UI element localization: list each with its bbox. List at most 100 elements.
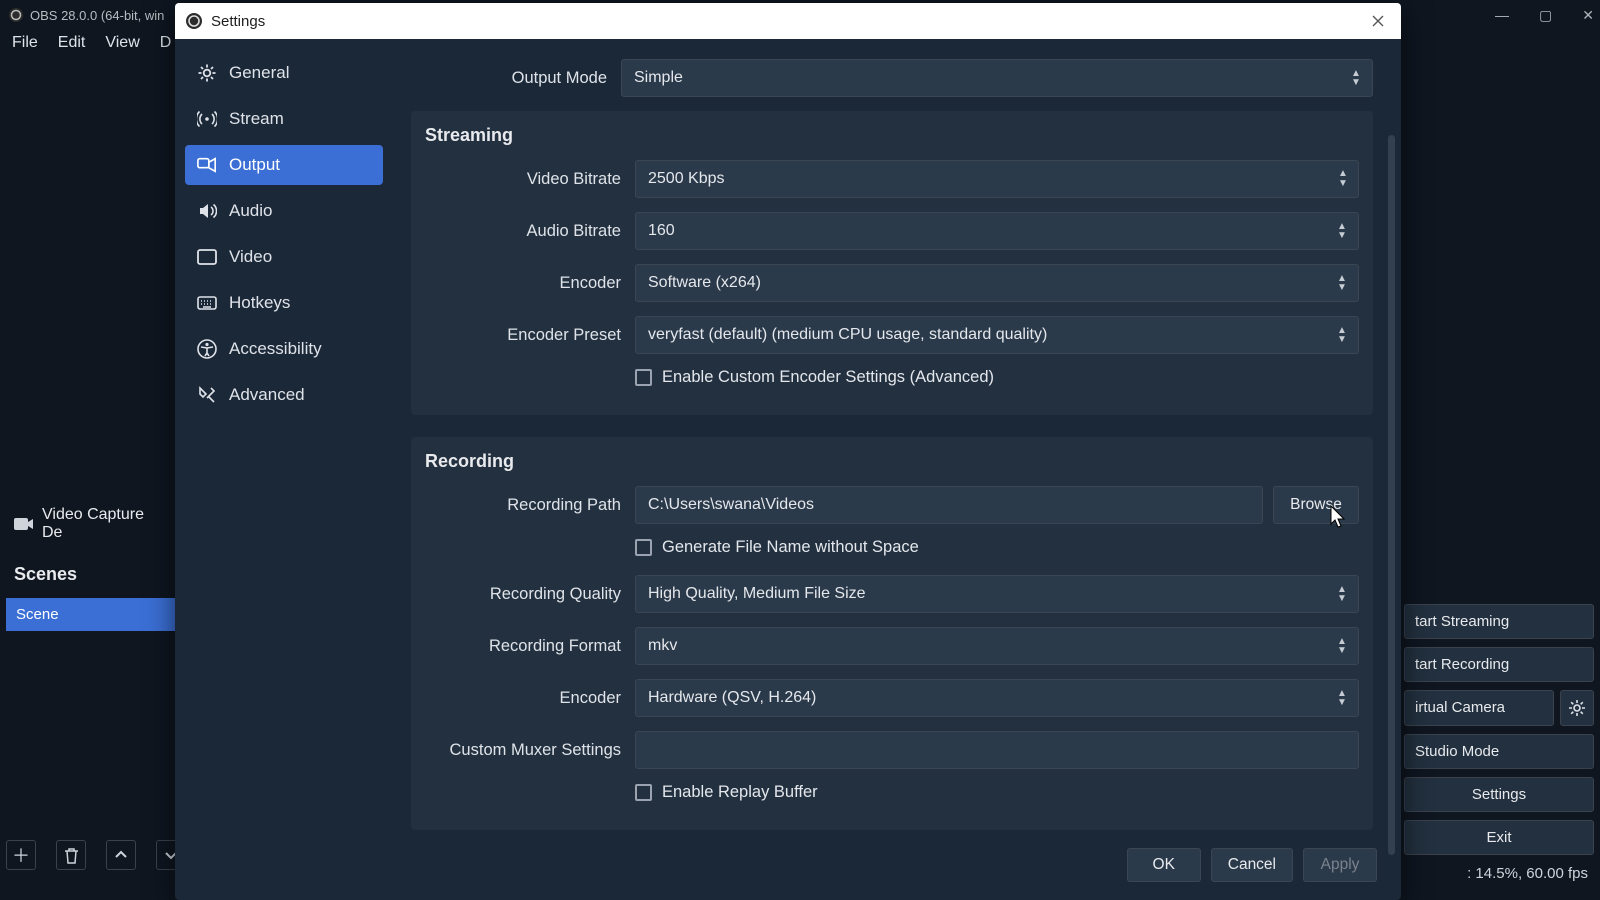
scene-row-active[interactable]: Scene [6,598,176,631]
custom-muxer-input[interactable] [635,731,1359,769]
encoder-preset-value: veryfast (default) (medium CPU usage, st… [648,326,1047,344]
recording-path-value: C:\Users\swana\Videos [648,496,814,514]
main-window-title: OBS 28.0.0 (64-bit, win [30,8,164,23]
virtual-camera-button[interactable]: irtual Camera [1404,690,1554,726]
close-window-icon[interactable]: ✕ [1582,7,1594,24]
obs-logo-icon [185,12,203,30]
nav-stream[interactable]: Stream [185,99,383,139]
video-bitrate-input[interactable]: 2500 Kbps ▲▼ [635,160,1359,198]
stream-icon [197,109,217,129]
recording-encoder-label: Encoder [425,689,635,708]
dialog-close-button[interactable] [1355,3,1401,39]
start-recording-button[interactable]: tart Recording [1404,647,1594,682]
chevron-updown-icon: ▲▼ [1334,576,1350,612]
dialog-titlebar[interactable]: Settings [175,3,1401,39]
hotkeys-icon [197,293,217,313]
menubar: File Edit View D [0,30,171,56]
studio-mode-button[interactable]: Studio Mode [1404,734,1594,769]
recording-format-value: mkv [648,637,677,655]
status-text: : 14.5%, 60.00 fps [1467,865,1588,882]
apply-button[interactable]: Apply [1303,848,1377,882]
gear-icon [1568,699,1586,717]
video-bitrate-label: Video Bitrate [425,170,635,189]
min-window-icon[interactable]: — [1495,7,1509,23]
recording-format-label: Recording Format [425,637,635,656]
nav-accessibility[interactable]: Accessibility [185,329,383,369]
recording-format-select[interactable]: mkv ▲▼ [635,627,1359,665]
obs-logo-icon [8,7,24,23]
camera-icon [14,516,34,532]
output-icon [197,155,217,175]
start-streaming-button[interactable]: tart Streaming [1404,604,1594,639]
chevron-updown-icon: ▲▼ [1334,213,1350,249]
browse-button[interactable]: Browse [1273,486,1359,524]
gear-icon [197,63,217,83]
spin-icon[interactable]: ▲▼ [1334,165,1352,193]
nav-hotkeys[interactable]: Hotkeys [185,283,383,323]
nav-stream-label: Stream [229,109,284,129]
nav-video[interactable]: Video [185,237,383,277]
audio-bitrate-label: Audio Bitrate [425,222,635,241]
virtual-camera-settings-button[interactable] [1560,690,1594,726]
add-scene-button[interactable]: ＋ [6,840,36,870]
video-icon [197,247,217,267]
chevron-updown-icon: ▲▼ [1334,680,1350,716]
nav-output[interactable]: Output [185,145,383,185]
recording-encoder-value: Hardware (QSV, H.264) [648,689,816,707]
cancel-button[interactable]: Cancel [1211,848,1293,882]
nav-accessibility-label: Accessibility [229,339,322,359]
output-mode-select[interactable]: Simple ▲▼ [621,59,1373,97]
menu-view[interactable]: View [105,34,139,52]
nav-output-label: Output [229,155,280,175]
menu-file[interactable]: File [12,34,38,52]
nav-audio[interactable]: Audio [185,191,383,231]
source-item-label: Video Capture De [42,506,168,542]
settings-content: Output Mode Simple ▲▼ Streaming Video Bi… [393,39,1401,900]
menu-edit[interactable]: Edit [58,34,86,52]
accessibility-icon [197,339,217,359]
custom-encoder-checkbox[interactable]: Enable Custom Encoder Settings (Advanced… [635,368,994,387]
delete-scene-button[interactable] [56,840,86,870]
dialog-button-bar: OK Cancel Apply [1127,848,1377,882]
max-window-icon[interactable]: ▢ [1539,7,1552,24]
checkbox-icon [635,784,652,801]
checkbox-icon [635,539,652,556]
source-item[interactable]: Video Capture De [6,500,176,548]
custom-muxer-label: Custom Muxer Settings [425,741,635,760]
audio-bitrate-value: 160 [648,222,675,240]
content-scrollbar[interactable] [1388,135,1395,855]
nav-video-label: Video [229,247,272,267]
custom-encoder-label: Enable Custom Encoder Settings (Advanced… [662,368,994,387]
output-mode-label: Output Mode [411,69,621,88]
replay-buffer-checkbox[interactable]: Enable Replay Buffer [635,783,818,802]
settings-button[interactable]: Settings [1404,777,1594,812]
streaming-encoder-select[interactable]: Software (x264) ▲▼ [635,264,1359,302]
nav-general[interactable]: General [185,53,383,93]
recording-path-input[interactable]: C:\Users\swana\Videos [635,486,1263,524]
recording-head: Recording [425,451,1359,472]
chevron-updown-icon: ▲▼ [1348,60,1364,96]
encoder-preset-select[interactable]: veryfast (default) (medium CPU usage, st… [635,316,1359,354]
recording-quality-select[interactable]: High Quality, Medium File Size ▲▼ [635,575,1359,613]
nav-advanced[interactable]: Advanced [185,375,383,415]
nav-audio-label: Audio [229,201,272,221]
controls-panel: tart Streaming tart Recording irtual Cam… [1404,604,1594,855]
ok-button[interactable]: OK [1127,848,1201,882]
replay-buffer-label: Enable Replay Buffer [662,783,818,802]
generate-filename-label: Generate File Name without Space [662,538,919,557]
chevron-updown-icon: ▲▼ [1334,317,1350,353]
exit-button[interactable]: Exit [1404,820,1594,855]
streaming-encoder-value: Software (x264) [648,274,761,292]
audio-bitrate-select[interactable]: 160 ▲▼ [635,212,1359,250]
menu-d[interactable]: D [160,34,172,52]
move-up-button[interactable] [106,840,136,870]
scenes-header: Scenes [6,558,176,591]
nav-advanced-label: Advanced [229,385,305,405]
streaming-head: Streaming [425,125,1359,146]
recording-encoder-select[interactable]: Hardware (QSV, H.264) ▲▼ [635,679,1359,717]
nav-hotkeys-label: Hotkeys [229,293,290,313]
settings-nav: General Stream Output Audio Video Hotkey… [175,39,393,900]
video-bitrate-value: 2500 Kbps [648,170,725,188]
recording-path-label: Recording Path [425,496,635,515]
generate-filename-checkbox[interactable]: Generate File Name without Space [635,538,919,557]
